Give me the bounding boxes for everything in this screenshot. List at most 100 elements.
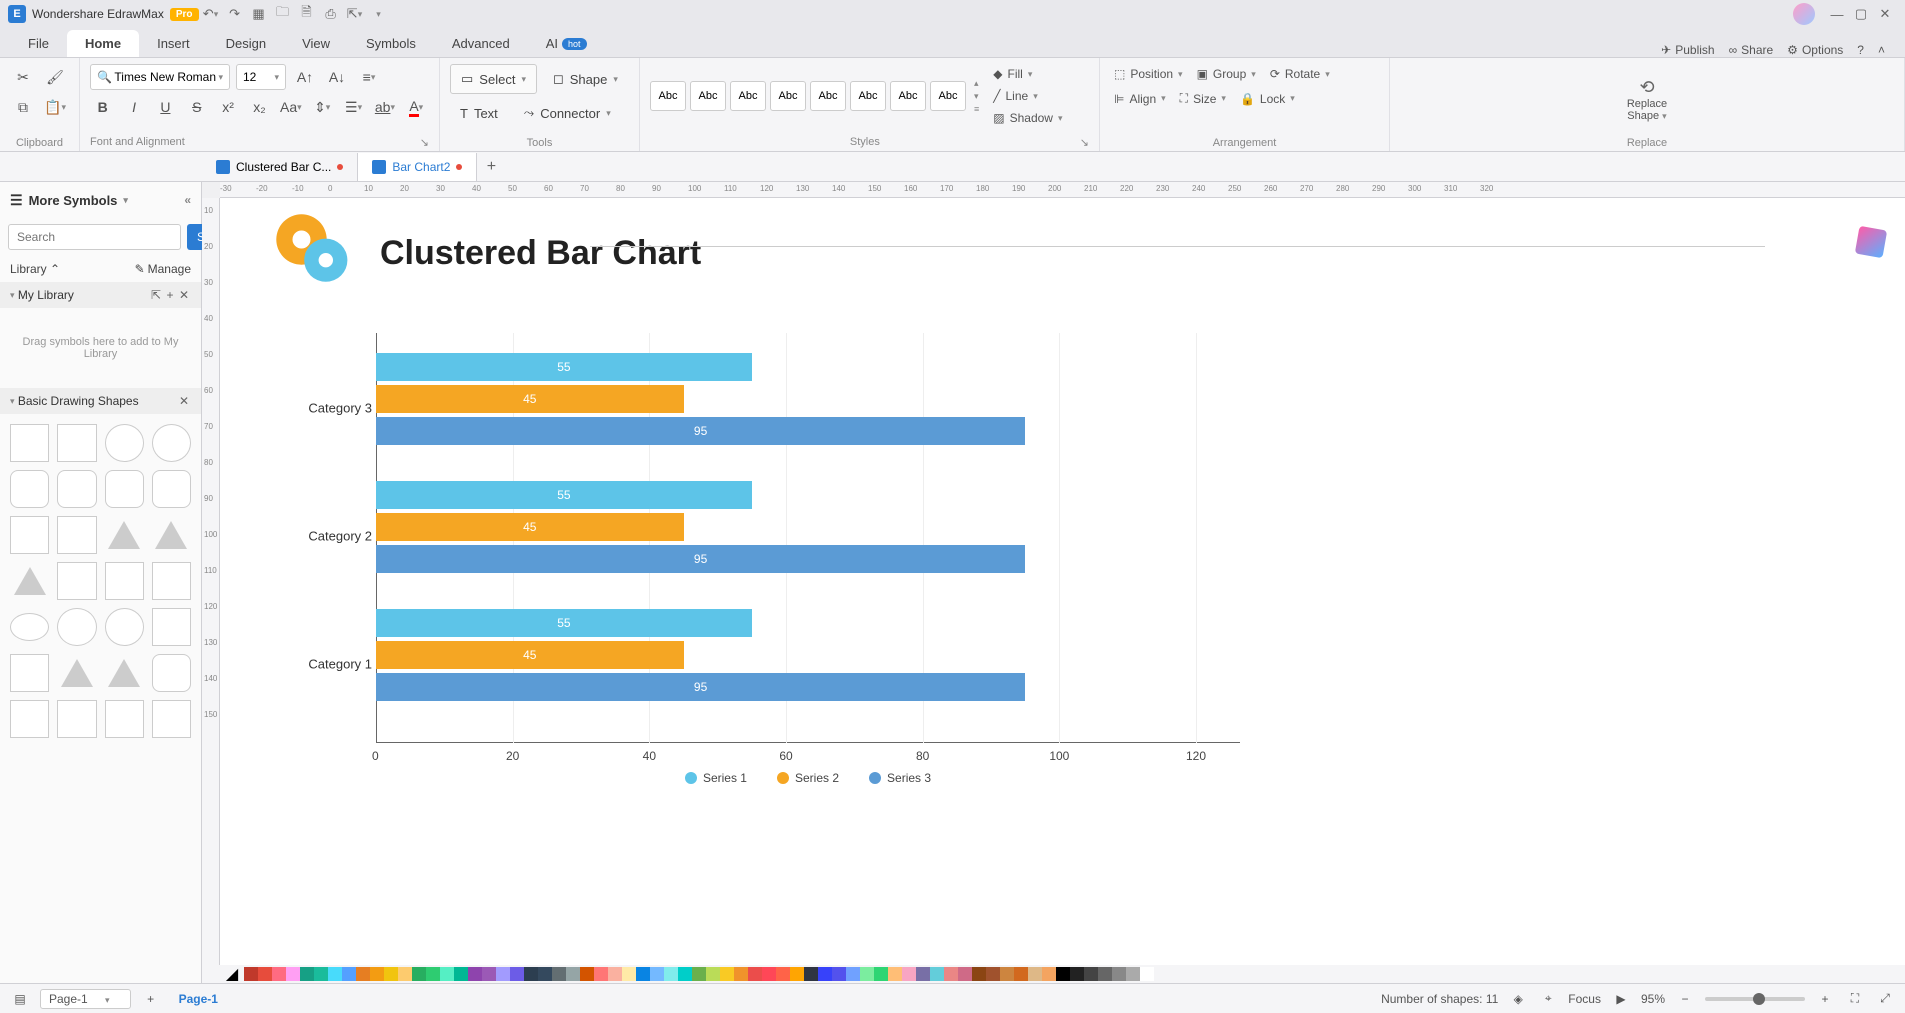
menu-design[interactable]: Design: [208, 30, 284, 57]
undo-button[interactable]: ↶▾: [199, 2, 223, 26]
open-button[interactable]: 🗀: [271, 2, 295, 26]
color-swatch[interactable]: [776, 967, 790, 981]
copy-button[interactable]: ⧉: [10, 94, 36, 120]
style-swatch[interactable]: Abc: [930, 81, 966, 111]
shape-stencil[interactable]: [152, 608, 191, 646]
close-shapes-button[interactable]: ✕: [177, 394, 191, 408]
library-dropdown[interactable]: Library ⌃: [10, 262, 60, 276]
strike-button[interactable]: S: [184, 94, 209, 120]
color-swatch[interactable]: [1084, 967, 1098, 981]
options-button[interactable]: ⚙ Options: [1787, 43, 1843, 57]
fullscreen-button[interactable]: ⤢: [1875, 991, 1895, 1006]
styles-more[interactable]: ≡: [974, 104, 979, 114]
color-swatch[interactable]: [930, 967, 944, 981]
user-avatar[interactable]: [1793, 3, 1815, 25]
shape-stencil[interactable]: [10, 470, 49, 508]
color-swatch[interactable]: [496, 967, 510, 981]
shape-stencil[interactable]: [105, 700, 144, 738]
redo-button[interactable]: ↷: [223, 2, 247, 26]
zoom-in-button[interactable]: +: [1815, 992, 1835, 1006]
format-painter-button[interactable]: 🖌: [42, 64, 68, 90]
publish-button[interactable]: ✈ Publish: [1661, 43, 1714, 57]
font-dialog-launcher[interactable]: ↘: [420, 136, 429, 149]
color-swatch[interactable]: [1098, 967, 1112, 981]
color-swatch[interactable]: [1028, 967, 1042, 981]
more-qat-button[interactable]: ▾: [367, 2, 391, 26]
line-spacing-button[interactable]: ⇕▾: [310, 94, 335, 120]
color-swatch[interactable]: [384, 967, 398, 981]
replace-shape-button[interactable]: ⟲ Replace Shape ▾: [1627, 77, 1667, 122]
color-swatch[interactable]: [538, 967, 552, 981]
color-swatch[interactable]: [706, 967, 720, 981]
shape-stencil[interactable]: [57, 608, 96, 646]
color-swatch[interactable]: [790, 967, 804, 981]
color-swatch[interactable]: [678, 967, 692, 981]
color-swatch[interactable]: [1042, 967, 1056, 981]
color-swatch[interactable]: [944, 967, 958, 981]
color-swatch[interactable]: [860, 967, 874, 981]
menu-file[interactable]: File: [10, 30, 67, 57]
minimize-button[interactable]: —: [1825, 2, 1849, 26]
color-swatch[interactable]: [1014, 967, 1028, 981]
color-swatch[interactable]: [846, 967, 860, 981]
color-swatch[interactable]: [818, 967, 832, 981]
page-select[interactable]: Page-1 ▾: [40, 989, 131, 1009]
style-swatch[interactable]: Abc: [690, 81, 726, 111]
color-swatch[interactable]: [1140, 967, 1154, 981]
color-swatch[interactable]: [888, 967, 902, 981]
menu-insert[interactable]: Insert: [139, 30, 208, 57]
maximize-button[interactable]: ▢: [1849, 2, 1873, 26]
style-swatch[interactable]: Abc: [890, 81, 926, 111]
lock-button[interactable]: 🔒 Lock▾: [1236, 89, 1299, 109]
color-swatch[interactable]: [1070, 967, 1084, 981]
share-button[interactable]: ∞ Share: [1729, 43, 1774, 57]
shape-stencil[interactable]: [152, 424, 191, 462]
rotate-button[interactable]: ⟳ Rotate▾: [1266, 64, 1334, 84]
shape-stencil[interactable]: [152, 654, 191, 692]
font-family-select[interactable]: 🔍Times New Roman▾: [90, 64, 230, 90]
connector-tool[interactable]: ⤳ Connector ▾: [514, 98, 621, 128]
color-swatch[interactable]: [692, 967, 706, 981]
new-button[interactable]: ▦: [247, 2, 271, 26]
style-swatch[interactable]: Abc: [770, 81, 806, 111]
shape-stencil[interactable]: [152, 470, 191, 508]
color-swatch[interactable]: [832, 967, 846, 981]
size-button[interactable]: ⛶ Size▾: [1176, 88, 1230, 109]
bold-button[interactable]: B: [90, 94, 115, 120]
subscript-button[interactable]: x₂: [247, 94, 272, 120]
color-swatch[interactable]: [482, 967, 496, 981]
color-swatch[interactable]: [286, 967, 300, 981]
color-swatch[interactable]: [720, 967, 734, 981]
italic-button[interactable]: I: [121, 94, 146, 120]
color-swatch[interactable]: [734, 967, 748, 981]
shape-stencil[interactable]: [152, 562, 191, 600]
export-button[interactable]: ⇱▾: [343, 2, 367, 26]
add-lib-button[interactable]: +: [163, 288, 177, 302]
shape-stencil[interactable]: [105, 654, 144, 692]
drop-zone[interactable]: Drag symbols here to add to My Library: [0, 308, 201, 388]
shape-tool[interactable]: ◻ Shape ▾: [543, 64, 628, 94]
shape-stencil[interactable]: [57, 654, 96, 692]
color-swatch[interactable]: [608, 967, 622, 981]
paste-button[interactable]: 📋▾: [42, 94, 68, 120]
menu-ai[interactable]: AIhot: [528, 30, 605, 57]
color-swatch[interactable]: [1126, 967, 1140, 981]
color-swatch[interactable]: [804, 967, 818, 981]
shape-stencil[interactable]: [105, 562, 144, 600]
shape-stencil[interactable]: [152, 700, 191, 738]
close-lib-button[interactable]: ✕: [177, 288, 191, 302]
clustered-bar-chart[interactable]: 0 Series 1Series 2Series 3 2040608010012…: [290, 343, 1240, 743]
layers-button[interactable]: ◈: [1508, 992, 1528, 1006]
styles-up[interactable]: ▴: [974, 78, 979, 89]
color-swatch[interactable]: [622, 967, 636, 981]
close-button[interactable]: ✕: [1873, 2, 1897, 26]
font-color-button[interactable]: A▾: [404, 94, 429, 120]
chart-bar[interactable]: 55: [376, 609, 752, 637]
add-page-button[interactable]: +: [141, 992, 161, 1006]
shape-stencil[interactable]: [10, 424, 49, 462]
chart-bar[interactable]: 45: [376, 641, 684, 669]
color-swatch[interactable]: [258, 967, 272, 981]
color-swatch[interactable]: [1000, 967, 1014, 981]
chart-title[interactable]: Clustered Bar Chart: [380, 234, 701, 273]
color-swatch[interactable]: [874, 967, 888, 981]
